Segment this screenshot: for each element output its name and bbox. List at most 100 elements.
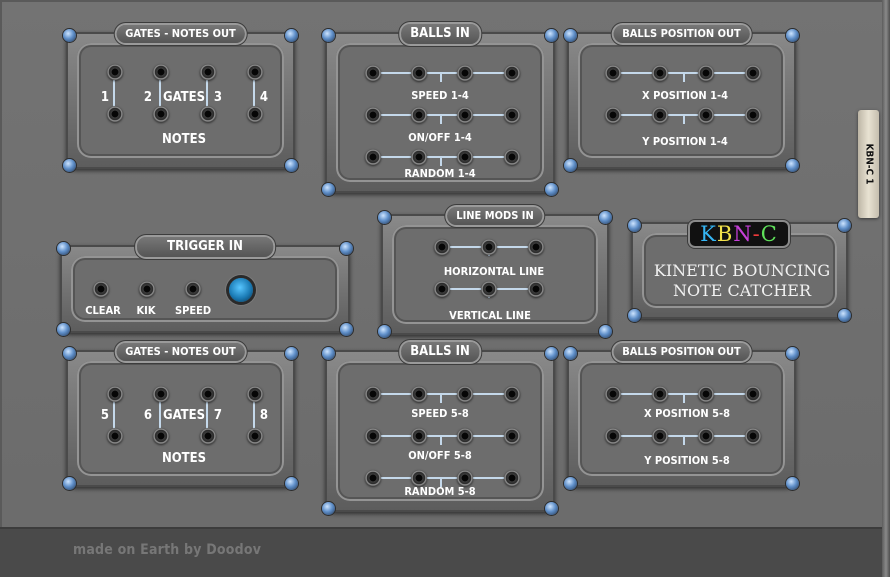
module-title: GATES - NOTES OUT	[116, 25, 245, 43]
gate-output-jack-8[interactable]	[247, 386, 263, 402]
onoff-input-jack-4[interactable]	[504, 107, 520, 123]
footer-credit: made on Earth by Doodov	[73, 542, 262, 558]
horizontal-line-jack-3[interactable]	[528, 239, 544, 255]
screw-icon	[285, 477, 298, 490]
vertical-line-jack-1[interactable]	[434, 281, 450, 297]
panel-edge	[882, 0, 890, 577]
horizontal-line-jack-1[interactable]	[434, 239, 450, 255]
y-position-jack-4[interactable]	[745, 107, 761, 123]
screw-icon	[599, 211, 612, 224]
random-input-jack-3[interactable]	[457, 149, 473, 165]
horizontal-line-jack-2[interactable]	[481, 239, 497, 255]
speed-input-jack-2[interactable]	[411, 65, 427, 81]
notes-label: NOTES	[161, 451, 207, 466]
note-output-jack-2[interactable]	[153, 106, 169, 122]
note-output-jack-8[interactable]	[247, 428, 263, 444]
speed-input-jack-7[interactable]	[457, 386, 473, 402]
gate-output-jack-1[interactable]	[107, 64, 123, 80]
random-input-jack-1[interactable]	[365, 149, 381, 165]
y-position-jack-6[interactable]	[652, 428, 668, 444]
row-label: X POSITION 5-8	[644, 407, 730, 420]
x-position-jack-5[interactable]	[605, 386, 621, 402]
note-output-jack-5[interactable]	[107, 428, 123, 444]
gate-output-jack-3[interactable]	[200, 64, 216, 80]
channel-number: 5	[100, 408, 110, 423]
channel-number: 2	[143, 90, 153, 105]
x-position-jack-3[interactable]	[698, 65, 714, 81]
gate-output-jack-2[interactable]	[153, 64, 169, 80]
x-position-jack-6[interactable]	[652, 386, 668, 402]
footer-bar: made on Earth by Doodov	[0, 527, 882, 577]
row-label: Y POSITION 5-8	[644, 454, 730, 467]
speed-input-jack-8[interactable]	[504, 386, 520, 402]
note-output-jack-1[interactable]	[107, 106, 123, 122]
random-input-jack-4[interactable]	[504, 149, 520, 165]
screw-icon	[322, 183, 335, 196]
onoff-input-jack-7[interactable]	[457, 428, 473, 444]
module-name-tab: KBN-C 1	[858, 110, 879, 218]
y-position-jack-7[interactable]	[698, 428, 714, 444]
random-input-jack-8[interactable]	[504, 470, 520, 486]
channel-number: 8	[259, 408, 269, 423]
kik-input-jack[interactable]	[139, 281, 155, 297]
onoff-input-jack-8[interactable]	[504, 428, 520, 444]
random-input-jack-6[interactable]	[411, 470, 427, 486]
jack-label: KIK	[136, 304, 156, 317]
speed-input-jack-6[interactable]	[411, 386, 427, 402]
random-input-jack-2[interactable]	[411, 149, 427, 165]
module-title: BALLS POSITION OUT	[613, 25, 750, 43]
module-full-name-line1: KINETIC BOUNCING	[653, 261, 831, 280]
clear-input-jack[interactable]	[93, 281, 109, 297]
x-position-jack-1[interactable]	[605, 65, 621, 81]
screw-icon	[285, 159, 298, 172]
note-output-jack-6[interactable]	[153, 428, 169, 444]
row-label: VERTICAL LINE	[449, 309, 531, 322]
speed-input-jack-3[interactable]	[457, 65, 473, 81]
random-input-jack-5[interactable]	[365, 470, 381, 486]
y-position-jack-5[interactable]	[605, 428, 621, 444]
module-full-name: KINETIC BOUNCING NOTE CATCHER	[654, 261, 830, 301]
screw-icon	[285, 29, 298, 42]
speed-input-jack-5[interactable]	[365, 386, 381, 402]
trigger-button[interactable]	[229, 278, 253, 302]
row-label: Y POSITION 1-4	[642, 135, 728, 148]
note-output-jack-4[interactable]	[247, 106, 263, 122]
x-position-jack-7[interactable]	[698, 386, 714, 402]
gate-output-jack-6[interactable]	[153, 386, 169, 402]
x-position-jack-8[interactable]	[745, 386, 761, 402]
onoff-input-jack-3[interactable]	[457, 107, 473, 123]
gate-output-jack-4[interactable]	[247, 64, 263, 80]
x-position-jack-4[interactable]	[745, 65, 761, 81]
module-title: BALLS POSITION OUT	[613, 343, 750, 361]
module-title: BALLS IN	[401, 24, 479, 44]
y-position-jack-8[interactable]	[745, 428, 761, 444]
note-output-jack-3[interactable]	[200, 106, 216, 122]
y-position-jack-3[interactable]	[698, 107, 714, 123]
vertical-line-jack-3[interactable]	[528, 281, 544, 297]
screw-icon	[564, 29, 577, 42]
screw-icon	[378, 325, 391, 338]
y-position-jack-1[interactable]	[605, 107, 621, 123]
x-position-jack-2[interactable]	[652, 65, 668, 81]
speed-input-jack-1[interactable]	[365, 65, 381, 81]
screw-icon	[545, 183, 558, 196]
onoff-input-jack-5[interactable]	[365, 428, 381, 444]
onoff-input-jack-1[interactable]	[365, 107, 381, 123]
gate-output-jack-7[interactable]	[200, 386, 216, 402]
gate-output-jack-5[interactable]	[107, 386, 123, 402]
random-input-jack-7[interactable]	[457, 470, 473, 486]
note-output-jack-7[interactable]	[200, 428, 216, 444]
y-position-jack-2[interactable]	[652, 107, 668, 123]
speed-input-jack[interactable]	[185, 281, 201, 297]
speed-input-jack-4[interactable]	[504, 65, 520, 81]
channel-number: 3	[213, 90, 223, 105]
module-name-tab-label: KBN-C 1	[863, 143, 874, 185]
vertical-line-jack-2[interactable]	[481, 281, 497, 297]
screw-icon	[57, 242, 70, 255]
onoff-input-jack-6[interactable]	[411, 428, 427, 444]
onoff-input-jack-2[interactable]	[411, 107, 427, 123]
screw-icon	[628, 219, 641, 232]
jack-label: SPEED	[174, 304, 212, 317]
module-full-name-line2: NOTE CATCHER	[672, 281, 812, 300]
screw-icon	[322, 502, 335, 515]
